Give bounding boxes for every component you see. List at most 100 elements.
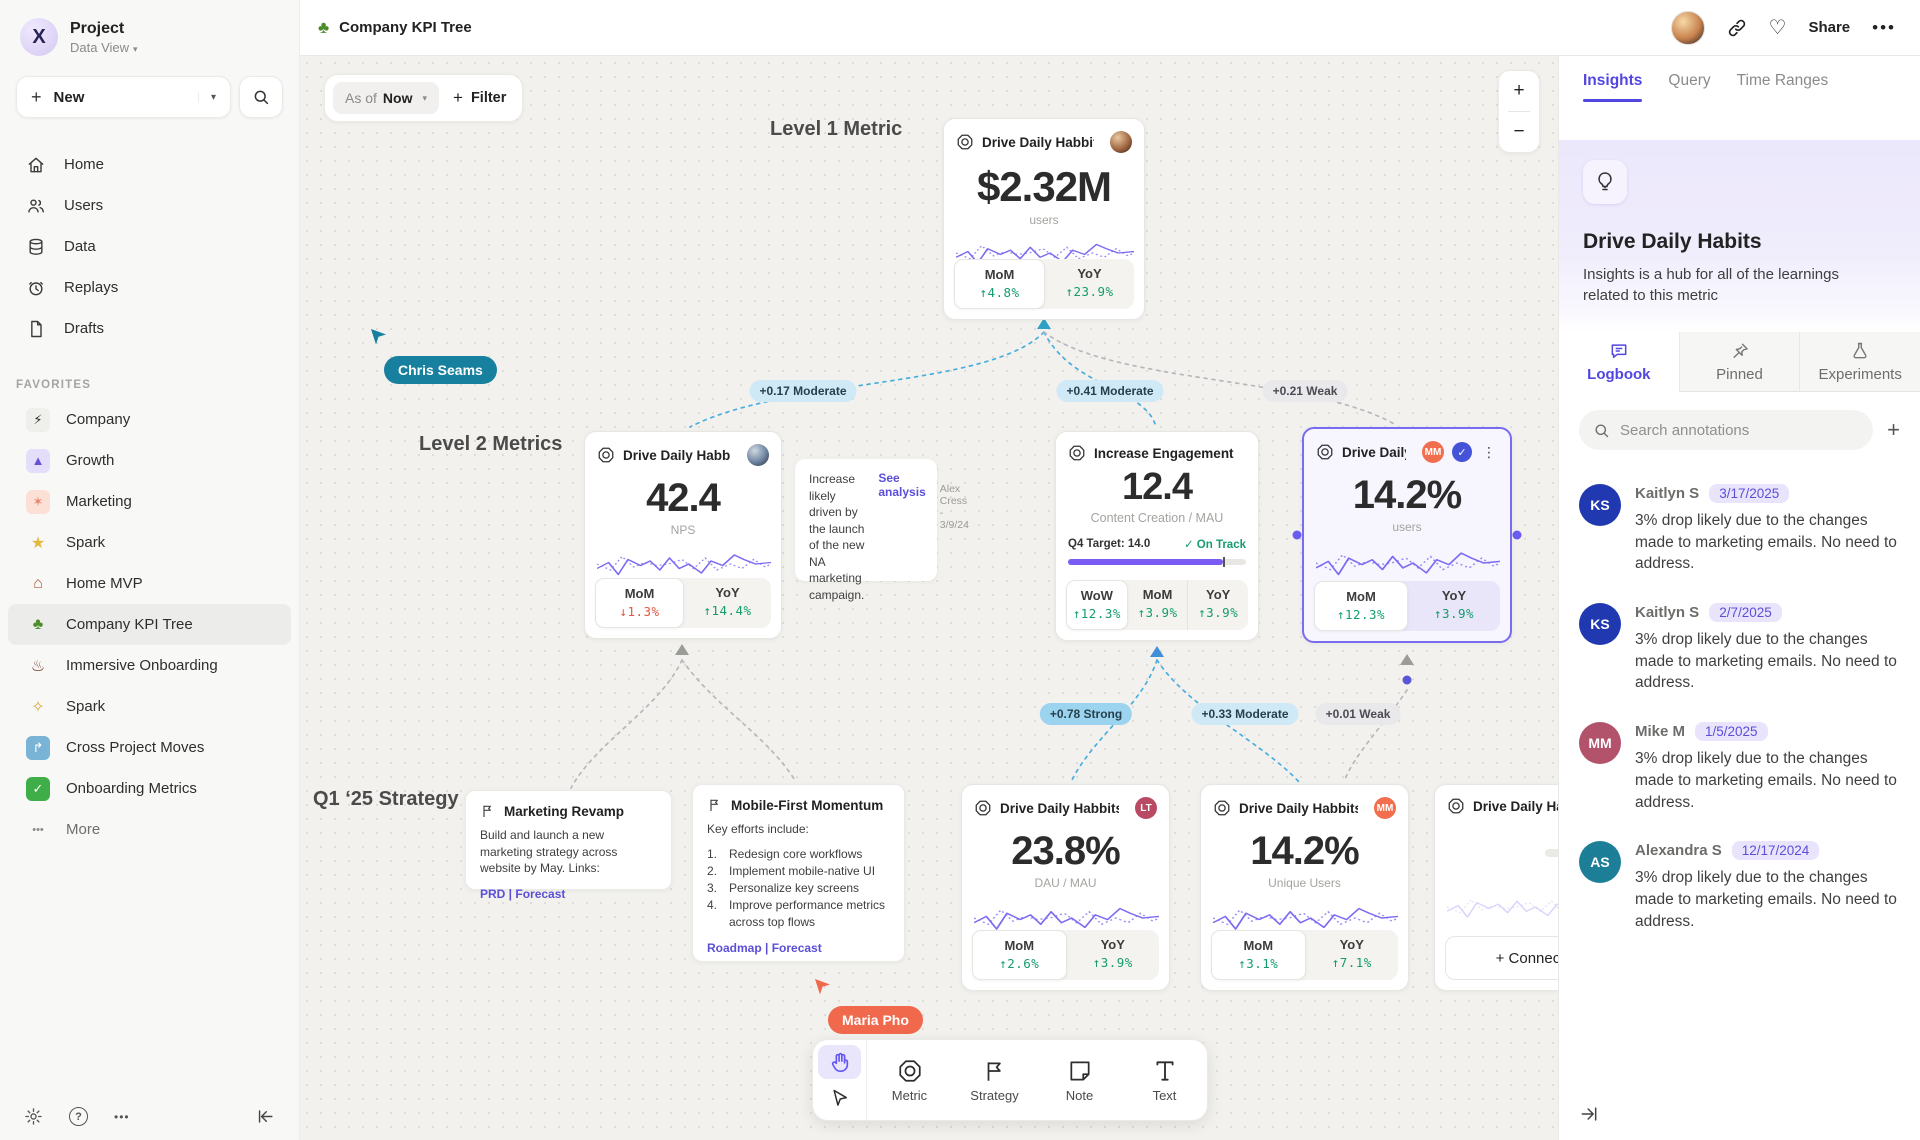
metric-card-drive-daily-habbits-unique[interactable]: Drive Daily Habbits MM 14.2% Unique User… bbox=[1200, 784, 1409, 991]
help-icon[interactable]: ? bbox=[69, 1107, 88, 1126]
subtab-pinned[interactable]: Pinned bbox=[1679, 332, 1800, 392]
annotation-entry[interactable]: KS Kaitlyn S 3/17/2025 3% drop likely du… bbox=[1579, 484, 1900, 575]
metric-card-selected[interactable]: Drive Daily Habb.. MM ✓ ⋮ 14.2% users Mo… bbox=[1302, 427, 1512, 643]
sidebar-item-spark-2[interactable]: ✧ Spark bbox=[8, 686, 291, 727]
as-of-dropdown[interactable]: As of Now ▾ bbox=[333, 82, 439, 114]
sidebar-item-spark[interactable]: ★ Spark bbox=[8, 522, 291, 563]
note-tool-button[interactable]: Note bbox=[1037, 1040, 1122, 1120]
metric-card-drive-daily-habbits-nps[interactable]: Drive Daily Habbits 42.4 NPS MoM↓1.3% Yo… bbox=[584, 431, 782, 639]
subtab-logbook[interactable]: Logbook bbox=[1559, 332, 1679, 392]
correlation-label[interactable]: +0.21 Weak bbox=[1263, 380, 1348, 402]
annotation-search[interactable] bbox=[1579, 410, 1873, 450]
hand-tool-button[interactable] bbox=[818, 1045, 861, 1079]
insight-subtabs: Logbook Pinned Experiments bbox=[1559, 332, 1920, 392]
search-annotations-input[interactable] bbox=[1620, 422, 1859, 439]
sidebar-item-company-kpi-tree[interactable]: ♣ Company KPI Tree bbox=[8, 604, 291, 645]
stat-mom[interactable]: MoM↑12.3% bbox=[1314, 581, 1408, 631]
zoom-out-button[interactable]: − bbox=[1499, 112, 1539, 152]
correlation-label[interactable]: +0.17 Moderate bbox=[749, 380, 856, 402]
correlation-label[interactable]: +0.33 Moderate bbox=[1191, 703, 1298, 725]
kpi-tree-canvas[interactable]: +0.17 Moderate +0.41 Moderate +0.21 Weak… bbox=[300, 56, 1558, 1140]
zoom-in-button[interactable]: + bbox=[1499, 71, 1539, 111]
annotation-date[interactable]: 12/17/2024 bbox=[1732, 841, 1820, 860]
favorite-heart-icon[interactable]: ♡ bbox=[1769, 15, 1787, 40]
sparkles-icon: ✧ bbox=[26, 697, 50, 717]
collapse-sidebar-icon[interactable] bbox=[256, 1107, 275, 1126]
sidebar-item-drafts[interactable]: Drafts bbox=[0, 308, 299, 349]
select-tool-button[interactable] bbox=[818, 1081, 861, 1115]
stat-yoy[interactable]: YoY↑14.4% bbox=[684, 578, 771, 628]
sidebar-item-company[interactable]: ⚡ Company bbox=[8, 399, 291, 440]
sidebar-item-more[interactable]: ••• More bbox=[8, 809, 291, 850]
copy-link-icon[interactable] bbox=[1727, 18, 1747, 38]
tab-time-ranges[interactable]: Time Ranges bbox=[1737, 72, 1829, 102]
sidebar-item-home-mvp[interactable]: ⌂ Home MVP bbox=[8, 563, 291, 604]
search-button[interactable] bbox=[239, 76, 283, 118]
stat-mom[interactable]: MoM↓1.3% bbox=[595, 578, 684, 628]
sidebar-item-growth[interactable]: ▲ Growth bbox=[8, 440, 291, 481]
metric-icon bbox=[1068, 444, 1086, 462]
metric-card-increase-engagement[interactable]: Increase Engagement 12.4 Content Creatio… bbox=[1055, 431, 1259, 641]
sidebar-item-cross-project-moves[interactable]: ↱ Cross Project Moves bbox=[8, 727, 291, 768]
strategy-note-marketing-revamp[interactable]: Marketing Revamp Build and launch a new … bbox=[465, 790, 672, 890]
sidebar-item-users[interactable]: Users bbox=[0, 185, 299, 226]
stat-yoy[interactable]: YoY↑3.9% bbox=[1408, 581, 1500, 631]
see-analysis-link[interactable]: See analysis bbox=[878, 471, 925, 569]
collapse-panel-icon[interactable] bbox=[1579, 1104, 1599, 1124]
sidebar-item-onboarding-metrics[interactable]: ✓ Onboarding Metrics bbox=[8, 768, 291, 809]
tab-insights[interactable]: Insights bbox=[1583, 72, 1642, 102]
annotation-date[interactable]: 2/7/2025 bbox=[1709, 603, 1782, 622]
star-icon: ★ bbox=[26, 533, 50, 553]
project-switcher[interactable]: X Project Data View▾ bbox=[0, 0, 299, 66]
level1-label: Level 1 Metric bbox=[770, 118, 902, 141]
correlation-label[interactable]: +0.41 Moderate bbox=[1056, 380, 1163, 402]
metric-card-drive-daily-habbits-dau[interactable]: Drive Daily Habbits LT 23.8% DAU / MAU M… bbox=[961, 784, 1170, 991]
stat-wow[interactable]: WoW↑12.3% bbox=[1066, 580, 1128, 630]
sidebar: X Project Data View▾ + New ▾ Home bbox=[0, 0, 300, 1140]
note-links[interactable]: Roadmap | Forecast bbox=[707, 941, 890, 955]
user-avatar[interactable] bbox=[1671, 11, 1705, 45]
strategy-tool-button[interactable]: Strategy bbox=[952, 1040, 1037, 1120]
note-links[interactable]: PRD | Forecast bbox=[480, 887, 657, 901]
project-view[interactable]: Data View▾ bbox=[70, 40, 138, 55]
stat-mom[interactable]: MoM↑4.8% bbox=[954, 259, 1045, 309]
settings-gear-icon[interactable] bbox=[24, 1107, 43, 1126]
subtab-experiments[interactable]: Experiments bbox=[1799, 332, 1920, 392]
canvas-annotation-note[interactable]: Increase likely driven by the launch of … bbox=[795, 459, 937, 581]
metric-card-drive-daily-habbits-l1[interactable]: Drive Daily Habbits $2.32M users MoM↑4.8… bbox=[943, 118, 1145, 320]
connect-button[interactable]: + Connect bbox=[1445, 936, 1558, 980]
add-filter-button[interactable]: + Filter bbox=[453, 88, 506, 108]
stat-yoy[interactable]: YoY↑3.9% bbox=[1187, 580, 1248, 630]
sidebar-item-home[interactable]: Home bbox=[0, 144, 299, 185]
metric-card-unconnected[interactable]: Drive Daily Hab + Connect bbox=[1434, 784, 1558, 991]
flask-icon bbox=[1850, 341, 1870, 361]
stat-yoy[interactable]: YoY↑3.9% bbox=[1067, 930, 1160, 980]
sidebar-item-marketing[interactable]: ✶ Marketing bbox=[8, 481, 291, 522]
stat-yoy[interactable]: YoY↑7.1% bbox=[1306, 930, 1399, 980]
tab-query[interactable]: Query bbox=[1668, 72, 1710, 102]
more-menu-icon[interactable]: ••• bbox=[1872, 18, 1896, 38]
annotation-entry[interactable]: AS Alexandra S 12/17/2024 3% drop likely… bbox=[1579, 841, 1900, 932]
annotation-date[interactable]: 1/5/2025 bbox=[1695, 722, 1768, 741]
add-annotation-button[interactable]: + bbox=[1887, 417, 1900, 443]
new-dropdown-chevron-icon[interactable]: ▾ bbox=[198, 92, 216, 103]
sidebar-item-immersive-onboarding[interactable]: ♨ Immersive Onboarding bbox=[8, 645, 291, 686]
share-button[interactable]: Share bbox=[1808, 19, 1850, 36]
text-tool-button[interactable]: Text bbox=[1122, 1040, 1207, 1120]
correlation-label[interactable]: +0.78 Strong bbox=[1040, 703, 1132, 725]
strategy-note-mobile-first-momentum[interactable]: Mobile-First Momentum Key efforts includ… bbox=[692, 784, 905, 962]
stat-yoy[interactable]: YoY↑23.9% bbox=[1045, 259, 1134, 309]
correlation-label[interactable]: +0.01 Weak bbox=[1316, 703, 1401, 725]
stat-mom[interactable]: MoM↑3.9% bbox=[1128, 580, 1188, 630]
annotation-entry[interactable]: MM Mike M 1/5/2025 3% drop likely due to… bbox=[1579, 722, 1900, 813]
sidebar-item-replays[interactable]: Replays bbox=[0, 267, 299, 308]
annotation-entry[interactable]: KS Kaitlyn S 2/7/2025 3% drop likely due… bbox=[1579, 603, 1900, 694]
more-options-icon[interactable]: ••• bbox=[114, 1110, 130, 1124]
new-button[interactable]: + New ▾ bbox=[16, 76, 231, 118]
stat-mom[interactable]: MoM↑2.6% bbox=[972, 930, 1067, 980]
card-menu-icon[interactable]: ⋮ bbox=[1480, 444, 1498, 461]
stat-mom[interactable]: MoM↑3.1% bbox=[1211, 930, 1306, 980]
annotation-date[interactable]: 3/17/2025 bbox=[1709, 484, 1789, 503]
sidebar-item-data[interactable]: Data bbox=[0, 226, 299, 267]
metric-tool-button[interactable]: Metric bbox=[867, 1040, 952, 1120]
